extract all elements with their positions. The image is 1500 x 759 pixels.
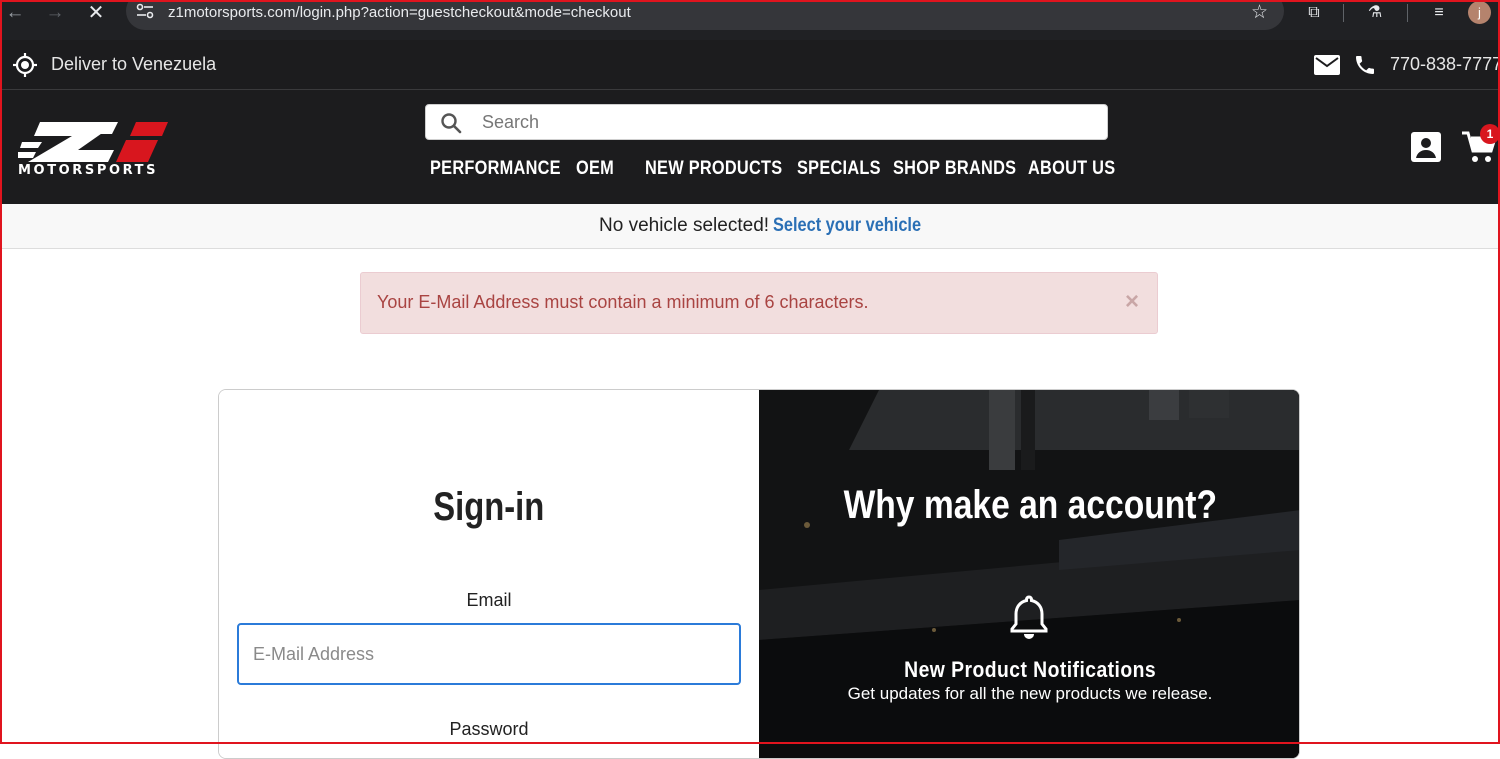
search-bar <box>425 104 1108 140</box>
password-label: Password <box>219 719 759 740</box>
nav-shop-brands[interactable]: SHOP BRANDS <box>893 158 1016 180</box>
media-queue-icon[interactable]: ≡ <box>1427 2 1451 24</box>
toolbar-divider <box>1343 4 1344 22</box>
deliver-to-location[interactable]: Deliver to Venezuela <box>51 54 216 75</box>
cart-count-badge: 1 <box>1480 124 1500 144</box>
phone-icon[interactable] <box>1353 53 1377 77</box>
email-envelope-icon[interactable] <box>1314 55 1340 75</box>
nav-about-us[interactable]: ABOUT US <box>1028 158 1115 180</box>
feature-title: New Product Notifications <box>759 657 1300 683</box>
address-bar[interactable]: z1motorsports.com/login.php?action=guest… <box>126 0 1284 30</box>
back-arrow-icon[interactable]: ← <box>3 2 27 24</box>
signin-panel: Sign-in Email Password <box>219 390 759 759</box>
bell-notification-icon <box>1009 594 1049 640</box>
phone-number[interactable]: 770-838-7777 <box>1390 54 1500 75</box>
logo-wordmark: MOTORSPORTS <box>18 163 158 178</box>
location-target-icon[interactable] <box>12 52 38 78</box>
nav-oem[interactable]: OEM <box>576 158 614 180</box>
nav-new-products[interactable]: NEW PRODUCTS <box>645 158 782 180</box>
utility-bar: Deliver to Venezuela 770-838-7777 <box>0 40 1500 90</box>
search-icon[interactable] <box>440 112 462 134</box>
stop-loading-icon[interactable]: ✕ <box>84 2 108 24</box>
signin-heading: Sign-in <box>219 485 759 530</box>
extensions-icon[interactable]: ⧉ <box>1302 2 1326 24</box>
labs-flask-icon[interactable]: ⚗ <box>1363 2 1387 24</box>
benefits-panel: Why make an account? New Product Notific… <box>759 390 1300 759</box>
why-account-heading: Why make an account? <box>759 483 1300 528</box>
feature-title-text: New Product Notifications <box>904 657 1156 683</box>
site-settings-icon[interactable] <box>136 3 154 19</box>
signin-heading-text: Sign-in <box>433 485 544 530</box>
email-field[interactable] <box>237 623 741 685</box>
select-vehicle-link[interactable]: Select your vehicle <box>773 215 921 237</box>
profile-avatar[interactable]: j <box>1468 1 1491 24</box>
browser-toolbar: ← → ✕ z1motorsports.com/login.php?action… <box>0 0 1500 40</box>
vehicle-selector-bar: No vehicle selected!Select your vehicle <box>0 204 1500 249</box>
error-alert: Your E-Mail Address must contain a minim… <box>360 272 1158 334</box>
site-header: MOTORSPORTS PERFORMANCE OEM NEW PRODUCTS… <box>0 90 1500 204</box>
toolbar-divider <box>1407 4 1408 22</box>
nav-performance[interactable]: PERFORMANCE <box>430 158 561 180</box>
alert-message: Your E-Mail Address must contain a minim… <box>377 292 869 313</box>
nav-specials[interactable]: SPECIALS <box>797 158 881 180</box>
email-label: Email <box>219 590 759 611</box>
feature-description: Get updates for all the new products we … <box>759 684 1300 704</box>
bookmark-star-icon[interactable]: ☆ <box>1251 1 1268 24</box>
account-icon[interactable] <box>1410 131 1442 163</box>
forward-arrow-icon[interactable]: → <box>43 2 67 24</box>
search-input[interactable] <box>482 105 1082 139</box>
why-account-heading-text: Why make an account? <box>843 483 1216 528</box>
url-text[interactable]: z1motorsports.com/login.php?action=guest… <box>168 4 631 21</box>
vehicle-status: No vehicle selected! <box>599 215 769 236</box>
login-card: Sign-in Email Password Why make an accou… <box>218 389 1300 759</box>
alert-close-button[interactable]: × <box>1125 290 1139 314</box>
